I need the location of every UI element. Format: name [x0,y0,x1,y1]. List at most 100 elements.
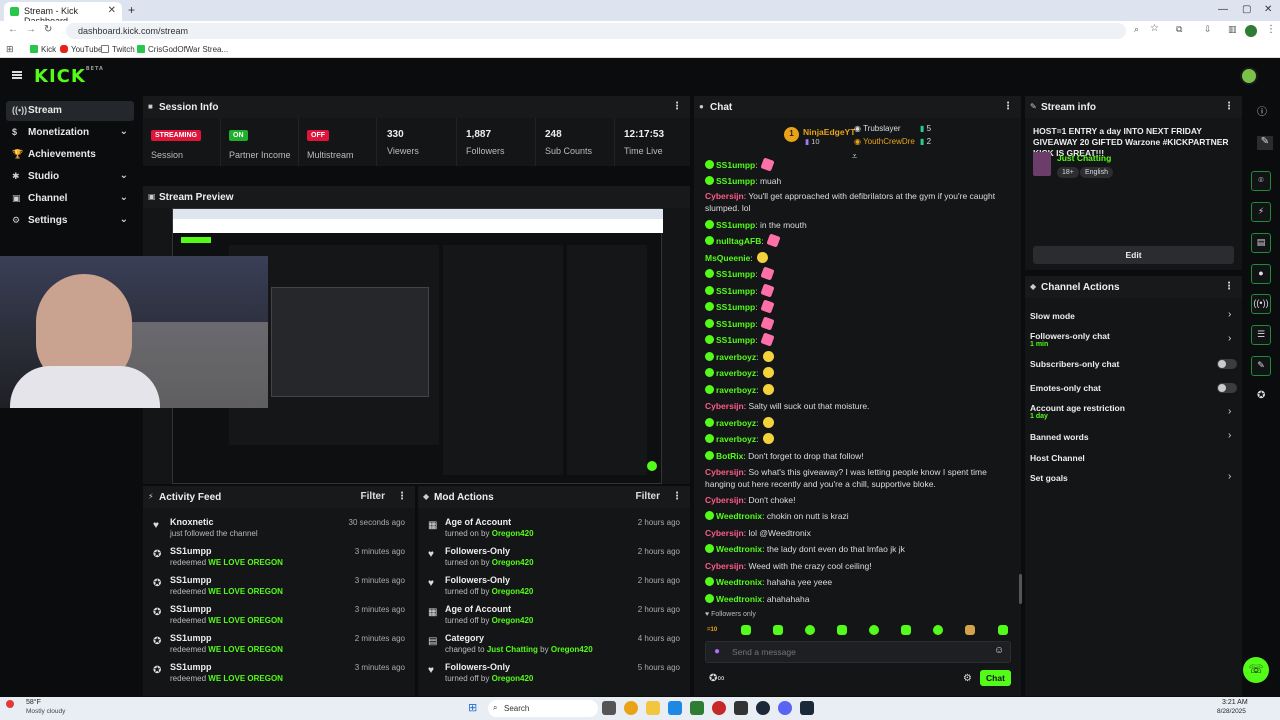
gifter-3[interactable]: ◉ YouthCrewDre [854,137,915,146]
info-circle-icon[interactable]: ⓘ [1257,103,1267,118]
support-chat-icon[interactable]: ☏ [1243,657,1269,683]
mod-filter-button[interactable]: Filter [636,491,660,502]
chat-username[interactable]: Cybersijn [705,561,744,571]
more-icon[interactable]: ⋮ [1224,101,1234,112]
more-icon[interactable]: ⋮ [1003,101,1013,112]
chat-username[interactable]: raverboyz [716,368,756,378]
subscribers-only-toggle[interactable] [1217,359,1237,369]
close-window-icon[interactable]: ✕ [1264,4,1272,15]
chat-username[interactable]: SS1umpp [716,269,755,279]
profile-avatar[interactable] [1245,25,1257,37]
maximize-icon[interactable]: ▢ [1242,4,1251,15]
emote-9-icon[interactable] [965,625,975,635]
sidebar-item-stream[interactable]: ((•)) Stream [6,101,134,121]
tool-broadcast-icon[interactable]: ((•)) [1251,294,1271,314]
chat-username[interactable]: Weedtronix [716,511,762,521]
bookmark-twitch[interactable]: Twitch [101,45,135,54]
chat-username[interactable]: raverboyz [716,434,756,444]
chat-username[interactable]: nulltagAFB [716,236,761,246]
mic-icon[interactable]: ● [714,646,720,657]
chat-username[interactable]: SS1umpp [716,220,755,230]
chat-username[interactable]: Weedtronix [716,544,762,554]
bookmark-crisgodofwar[interactable]: CrisGodOfWar Strea... [137,45,228,54]
emote-10-icon[interactable] [998,625,1008,635]
chat-username[interactable]: raverboyz [716,352,756,362]
more-icon[interactable]: ⋮ [1224,281,1234,292]
more-icon[interactable]: ⋮ [672,491,682,502]
zoom-icon[interactable]: ⌕ [1134,24,1139,35]
new-tab-button[interactable]: + [128,3,135,17]
chat-username[interactable]: SS1umpp [716,319,755,329]
tool-chat-icon[interactable]: ● [1251,264,1271,284]
host-channel-item[interactable]: Host Channel [1030,453,1085,463]
bookmark-youtube[interactable]: YouTube [60,45,102,54]
chat-username[interactable]: Weedtronix [716,594,762,604]
emotes-only-toggle[interactable] [1217,383,1237,393]
bookmark-kick[interactable]: Kick [30,45,56,54]
chat-username[interactable]: Weedtronix [716,577,762,587]
chat-username[interactable]: Cybersijn [705,467,744,477]
kick-logo[interactable]: KICKBETA [34,66,104,87]
chrome-icon[interactable] [624,701,638,715]
chevron-right-icon[interactable]: › [1228,309,1231,320]
gifter-2[interactable]: ◉ Trubslayer [854,124,901,133]
more-icon[interactable]: ⋮ [672,101,682,112]
forward-icon[interactable]: → [26,24,36,35]
chat-username[interactable]: SS1umpp [716,176,755,186]
browser-tab[interactable]: Stream - Kick Dashboard ✕ [4,2,122,26]
chat-username[interactable]: SS1umpp [716,335,755,345]
tool-bolt-icon[interactable]: ⚡ [1251,202,1271,222]
followers-only-chat-item[interactable]: Followers-only chat [1030,331,1110,341]
xbox-icon[interactable] [690,701,704,715]
sidebar-item-achievements[interactable]: 🏆 Achievements [6,145,134,165]
discord-icon[interactable] [778,701,792,715]
edit-stream-info-button[interactable]: Edit [1033,246,1234,264]
chat-username[interactable]: raverboyz [716,385,756,395]
task-view-icon[interactable] [602,701,616,715]
chat-username[interactable]: SS1umpp [716,160,755,170]
more-icon[interactable]: ⋮ [397,491,407,502]
bookmark-star-icon[interactable]: ☆ [1150,23,1159,34]
top-gifter-name[interactable]: NinjaEdgeYT [803,127,855,137]
tool-camera-icon[interactable]: ⌾ [1251,171,1271,191]
emote-3-icon[interactable] [773,625,783,635]
hamburger-menu-icon[interactable] [12,71,22,79]
windows-start-icon[interactable]: ⊞ [468,701,477,714]
chat-message-input[interactable] [732,645,982,659]
slow-mode-item[interactable]: Slow mode [1030,311,1075,321]
chat-username[interactable]: BotRix [716,451,743,461]
tool-clipboard-icon[interactable]: ▤ [1251,233,1271,253]
send-chat-button[interactable]: Chat [980,670,1011,686]
sidepanel-icon[interactable]: ▥ [1228,24,1237,35]
close-tab-icon[interactable]: ✕ [108,5,116,16]
sidebar-item-monetization[interactable]: $ Monetization ⌄ [6,123,134,143]
extensions-icon[interactable]: ⧉ [1176,24,1182,35]
activity-filter-button[interactable]: Filter [361,491,385,502]
chat-username[interactable]: Cybersijn [705,401,744,411]
banned-words-item[interactable]: Banned words [1030,432,1089,442]
app-icon-3[interactable] [734,701,748,715]
chat-scrollbar[interactable] [1019,574,1022,604]
emote-6-icon[interactable] [869,625,879,635]
emoji-icon[interactable]: ☺ [994,645,1004,656]
url-input[interactable]: dashboard.kick.com/stream [66,23,1126,39]
chevron-right-icon[interactable]: › [1228,406,1231,417]
chat-username[interactable]: raverboyz [716,418,756,428]
apps-icon[interactable]: ⊞ [6,44,14,55]
back-icon[interactable]: ← [8,24,18,35]
steam-icon[interactable] [756,701,770,715]
taskbar-search[interactable]: ⌕ Search [488,700,598,717]
emote-7-icon[interactable] [901,625,911,635]
chevron-right-icon[interactable]: › [1228,333,1231,344]
emote-5-icon[interactable] [837,625,847,635]
chat-username[interactable]: SS1umpp [716,302,755,312]
sidebar-item-settings[interactable]: ⚙ Settings ⌄ [6,211,134,231]
minimize-icon[interactable]: — [1218,4,1228,15]
steam-active-icon[interactable] [800,701,814,715]
menu-icon[interactable]: ⋮ [1266,24,1276,35]
edit-layout-icon[interactable]: ✎ [1257,136,1273,150]
app-icon-2[interactable] [712,701,726,715]
emote-2-icon[interactable] [741,625,751,635]
chat-username[interactable]: Cybersijn [705,495,744,505]
sidebar-item-channel[interactable]: ▣ Channel ⌄ [6,189,134,209]
